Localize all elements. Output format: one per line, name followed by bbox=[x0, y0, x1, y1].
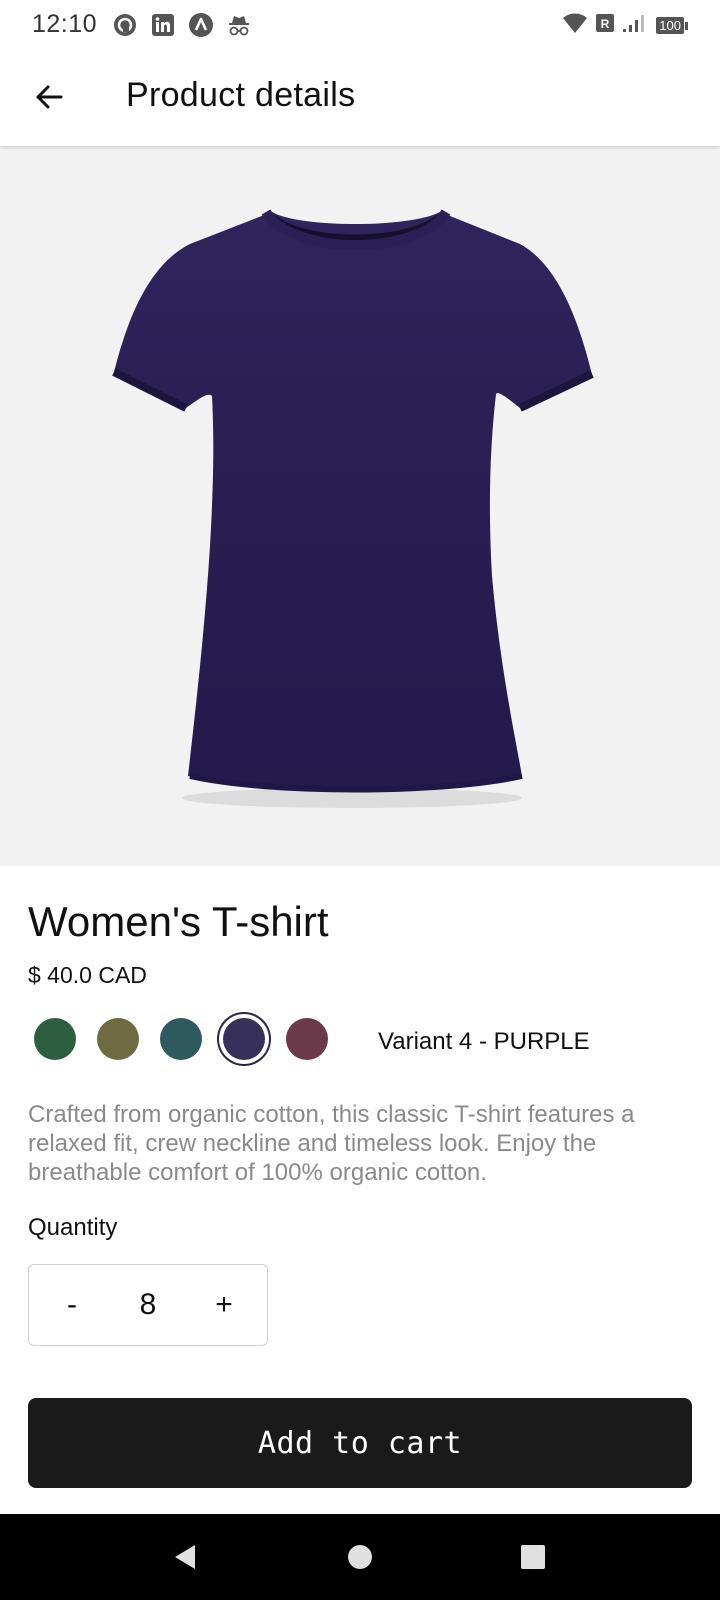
page-title: Product details bbox=[126, 76, 356, 114]
svg-text:R: R bbox=[601, 17, 610, 31]
quantity-value: 8 bbox=[139, 1288, 157, 1321]
product-description: Crafted from organic cotton, this classi… bbox=[28, 1101, 635, 1186]
status-time: 12:10 bbox=[32, 10, 98, 38]
pocket-casts-icon bbox=[112, 12, 138, 38]
app-a-icon bbox=[188, 12, 214, 38]
tshirt-image bbox=[112, 209, 594, 808]
battery-icon: 100 bbox=[656, 17, 688, 34]
product-price: $ 40.0 CAD bbox=[28, 962, 147, 988]
nav-home-icon[interactable] bbox=[343, 1540, 377, 1574]
wifi-icon bbox=[562, 12, 588, 39]
color-swatch-2[interactable] bbox=[97, 1018, 139, 1060]
quantity-label: Quantity bbox=[28, 1214, 118, 1241]
notification-icons bbox=[112, 12, 252, 38]
navigation-bar bbox=[0, 1514, 720, 1600]
arrow-left-icon bbox=[36, 85, 63, 109]
product-name: Women's T-shirt bbox=[28, 898, 329, 945]
status-bar: 12:10 R 100 bbox=[0, 0, 720, 48]
add-to-cart-button[interactable]: Add to cart bbox=[28, 1398, 692, 1488]
battery-level: 100 bbox=[656, 17, 684, 34]
system-icons: R 100 bbox=[562, 12, 688, 39]
back-button[interactable] bbox=[22, 70, 76, 124]
app-bar: Product details bbox=[0, 48, 720, 146]
decrement-button[interactable]: - bbox=[57, 1288, 87, 1322]
linkedin-icon bbox=[150, 12, 176, 38]
color-swatches bbox=[34, 1018, 328, 1060]
color-swatch-3[interactable] bbox=[160, 1018, 202, 1060]
color-swatch-5[interactable] bbox=[286, 1018, 328, 1060]
selected-variant-label: Variant 4 - PURPLE bbox=[378, 1028, 590, 1055]
color-swatch-1[interactable] bbox=[34, 1018, 76, 1060]
increment-button[interactable]: + bbox=[209, 1288, 239, 1322]
product-image bbox=[0, 146, 720, 866]
nav-recents-icon[interactable] bbox=[516, 1540, 550, 1574]
color-swatch-4[interactable] bbox=[223, 1018, 265, 1060]
roaming-icon: R bbox=[596, 13, 615, 38]
nav-back-icon[interactable] bbox=[168, 1540, 202, 1574]
quantity-stepper: - 8 + bbox=[28, 1264, 268, 1346]
signal-icon bbox=[622, 13, 648, 38]
incognito-icon bbox=[226, 12, 252, 38]
